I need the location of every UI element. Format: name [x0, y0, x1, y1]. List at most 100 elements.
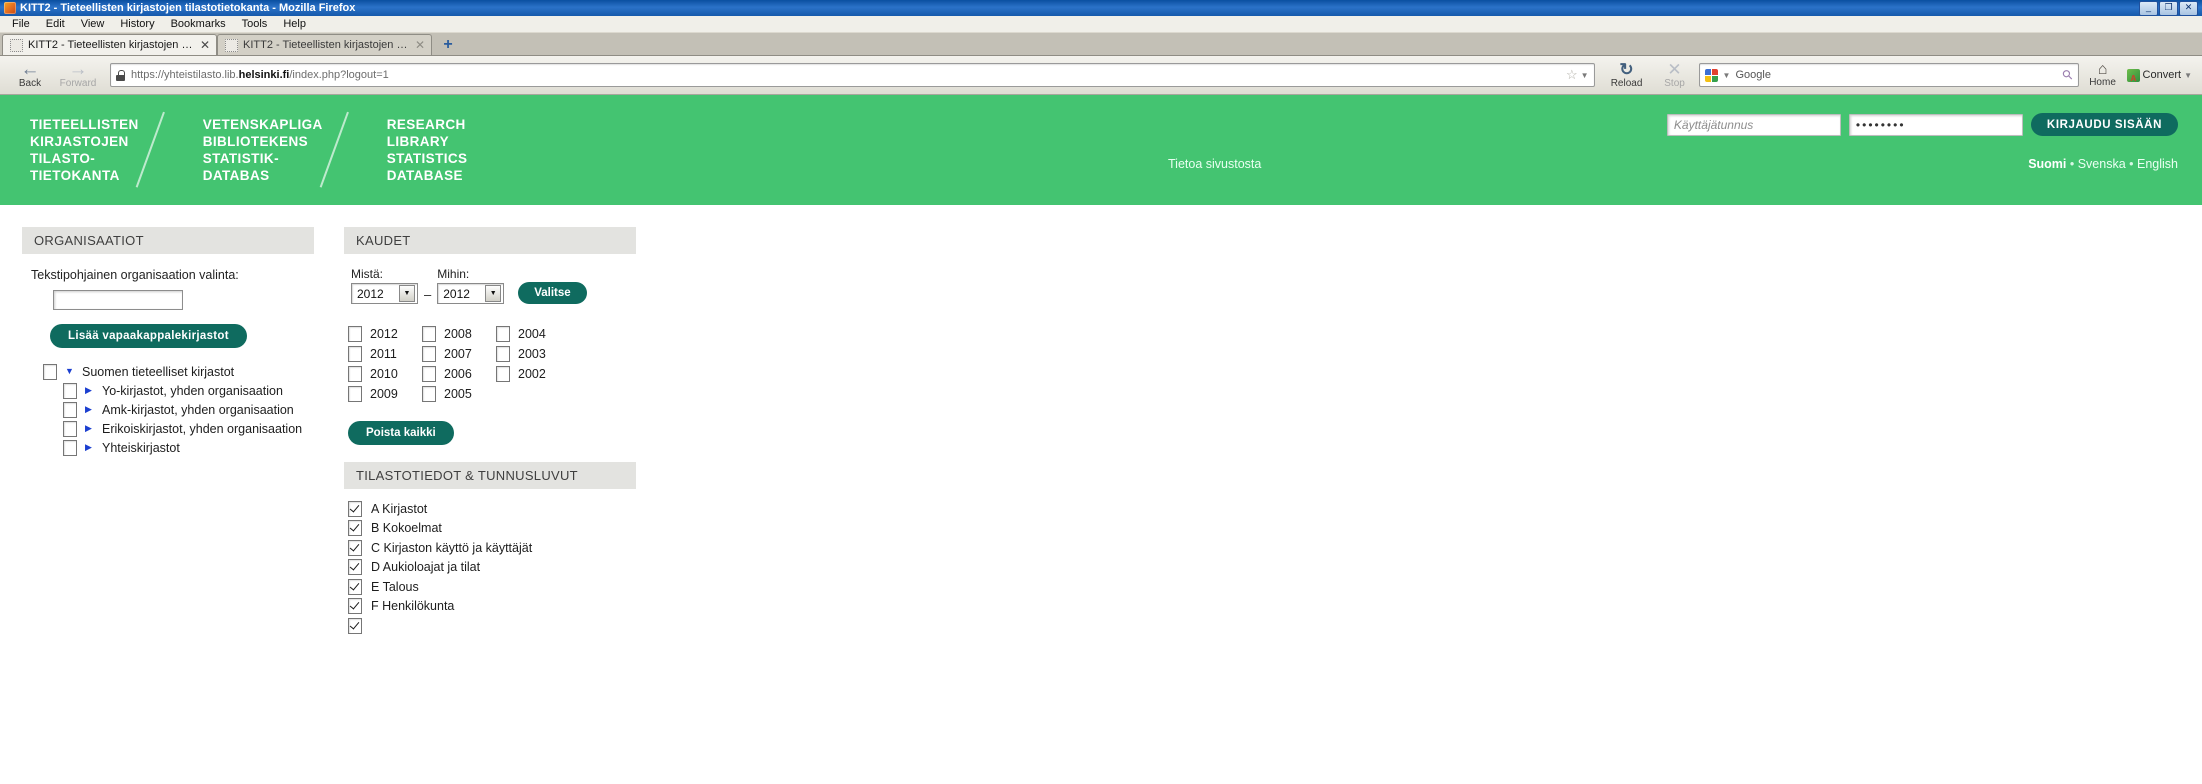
statistics-checkbox[interactable]	[348, 617, 362, 634]
year-checkbox-item[interactable]: 2004	[496, 326, 570, 342]
statistics-checkbox[interactable]	[348, 500, 362, 517]
chevron-down-icon[interactable]: ▼	[485, 285, 502, 302]
menu-item-view[interactable]: View	[73, 17, 113, 32]
menu-item-tools[interactable]: Tools	[234, 17, 276, 32]
statistics-item[interactable]: C Kirjaston käyttö ja käyttäjät	[348, 538, 636, 558]
tree-checkbox[interactable]	[63, 382, 77, 399]
year-checkbox-item[interactable]: 2009	[348, 386, 422, 402]
browser-tab-1[interactable]: KITT2 - Tieteellisten kirjastojen tilast…	[2, 34, 217, 55]
year-checkbox-item[interactable]: 2012	[348, 326, 422, 342]
url-bar[interactable]: https://yhteistilasto.lib.helsinki.fi/in…	[110, 63, 1595, 87]
reload-button[interactable]: ↻ Reload	[1603, 61, 1651, 89]
statistics-item[interactable]: D Aukioloajat ja tilat	[348, 558, 636, 578]
menu-item-history[interactable]: History	[112, 17, 162, 32]
statistics-checkbox[interactable]	[348, 520, 362, 537]
tab-close-icon[interactable]: ✕	[415, 39, 425, 51]
divider-slash	[323, 116, 387, 190]
statistics-checkbox[interactable]	[348, 559, 362, 576]
to-year-select[interactable]: 2012 ▼	[437, 283, 505, 304]
minimize-button[interactable]: _	[2139, 0, 2158, 16]
year-checkbox[interactable]	[422, 366, 436, 382]
year-checkbox-item[interactable]: 2005	[422, 386, 496, 402]
year-checkbox-item[interactable]: 2010	[348, 366, 422, 382]
tree-node[interactable]: ▶ Yo-kirjastot, yhden organisaation	[22, 381, 314, 400]
tree-node[interactable]: ▼ Suomen tieteelliset kirjastot	[22, 362, 314, 381]
close-window-button[interactable]: ✕	[2179, 0, 2198, 16]
menu-item-help[interactable]: Help	[275, 17, 314, 32]
browser-window: KITT2 - Tieteellisten kirjastojen tilast…	[0, 0, 2202, 784]
username-field[interactable]	[1666, 113, 1841, 136]
lang-swedish[interactable]: Svenska	[2078, 157, 2126, 171]
statistics-item[interactable]: A Kirjastot	[348, 499, 636, 519]
tree-checkbox[interactable]	[63, 439, 77, 456]
chevron-down-icon[interactable]: ▼	[1581, 71, 1589, 80]
about-site-link[interactable]: Tietoa sivustosta	[1168, 157, 1261, 171]
chevron-down-icon[interactable]: ▼	[2184, 71, 2192, 80]
lang-english[interactable]: English	[2137, 157, 2178, 171]
year-checkbox[interactable]	[496, 346, 510, 362]
statistics-checkbox[interactable]	[348, 598, 362, 615]
organisation-search-input[interactable]	[53, 290, 183, 310]
menu-item-bookmarks[interactable]: Bookmarks	[163, 17, 234, 32]
new-tab-button[interactable]: +	[436, 35, 460, 55]
year-checkbox-item[interactable]: 2003	[496, 346, 570, 362]
statistics-checkbox[interactable]	[348, 578, 362, 595]
statistics-checkbox[interactable]	[348, 539, 362, 556]
back-button[interactable]: ← Back	[6, 60, 54, 89]
search-input[interactable]: ▼ Google ⚲	[1698, 63, 2079, 87]
year-checkbox-item[interactable]: 2008	[422, 326, 496, 342]
menu-item-edit[interactable]: Edit	[38, 17, 73, 32]
convert-button[interactable]: Convert ▼	[2126, 68, 2196, 83]
home-button[interactable]: ⌂ Home	[2079, 62, 2127, 89]
browser-tab-2[interactable]: KITT2 - Tieteellisten kirjastojen tilast…	[217, 34, 432, 55]
clear-all-button[interactable]: Poista kaikki	[348, 421, 454, 445]
year-checkbox-item[interactable]: 2006	[422, 366, 496, 382]
tree-node[interactable]: ▶ Erikoiskirjastot, yhden organisaation	[22, 419, 314, 438]
add-deposit-libraries-button[interactable]: Lisää vapaakappalekirjastot	[50, 324, 247, 348]
password-field[interactable]	[1848, 113, 2023, 136]
login-button[interactable]: KIRJAUDU SISÄÄN	[2030, 113, 2178, 136]
statistics-item[interactable]	[348, 616, 636, 636]
maximize-button[interactable]: ❐	[2159, 0, 2178, 16]
year-checkbox[interactable]	[422, 326, 436, 342]
from-year-select[interactable]: 2012 ▼	[351, 283, 418, 304]
tree-node[interactable]: ▶ Yhteiskirjastot	[22, 438, 314, 457]
page-content: ORGANISAATIOT Tekstipohjainen organisaat…	[0, 205, 2202, 699]
year-checkbox[interactable]	[496, 366, 510, 382]
year-checkbox-item[interactable]: 2011	[348, 346, 422, 362]
tab-close-icon[interactable]: ✕	[200, 39, 210, 51]
organisations-panel-title: ORGANISAATIOT	[22, 227, 314, 254]
year-checkbox[interactable]	[348, 386, 362, 402]
chevron-down-icon[interactable]: ▼	[399, 285, 415, 302]
search-icon[interactable]: ⚲	[2059, 66, 2077, 84]
year-checkbox[interactable]	[348, 366, 362, 382]
google-icon	[1704, 68, 1718, 82]
year-checkbox[interactable]	[422, 386, 436, 402]
menu-item-file[interactable]: File	[4, 17, 38, 32]
forward-button[interactable]: → Forward	[54, 60, 102, 89]
tree-checkbox[interactable]	[63, 401, 77, 418]
year-checkbox[interactable]	[348, 346, 362, 362]
year-checkbox[interactable]	[348, 326, 362, 342]
chevron-down-icon[interactable]: ▼	[1723, 71, 1731, 80]
brand-text-finnish: TIETEELLISTEN KIRJASTOJEN TILASTO- TIETO…	[30, 117, 139, 183]
triangle-right-icon[interactable]: ▶	[85, 443, 94, 452]
year-checkbox-item[interactable]: 2007	[422, 346, 496, 362]
select-period-button[interactable]: Valitse	[518, 282, 587, 304]
stop-button[interactable]: ✕ Stop	[1651, 61, 1699, 89]
triangle-down-icon[interactable]: ▼	[65, 367, 74, 376]
year-checkbox-item[interactable]: 2002	[496, 366, 570, 382]
triangle-right-icon[interactable]: ▶	[85, 424, 94, 433]
statistics-item[interactable]: B Kokoelmat	[348, 519, 636, 539]
tree-node[interactable]: ▶ Amk-kirjastot, yhden organisaation	[22, 400, 314, 419]
lang-finnish[interactable]: Suomi	[2028, 157, 2066, 171]
triangle-right-icon[interactable]: ▶	[85, 386, 94, 395]
year-checkbox[interactable]	[496, 326, 510, 342]
statistics-item[interactable]: E Talous	[348, 577, 636, 597]
triangle-right-icon[interactable]: ▶	[85, 405, 94, 414]
bookmark-star-icon[interactable]: ☆ ▼	[1566, 67, 1589, 83]
tree-checkbox[interactable]	[43, 363, 57, 380]
tree-checkbox[interactable]	[63, 420, 77, 437]
year-checkbox[interactable]	[422, 346, 436, 362]
statistics-item[interactable]: F Henkilökunta	[348, 597, 636, 617]
